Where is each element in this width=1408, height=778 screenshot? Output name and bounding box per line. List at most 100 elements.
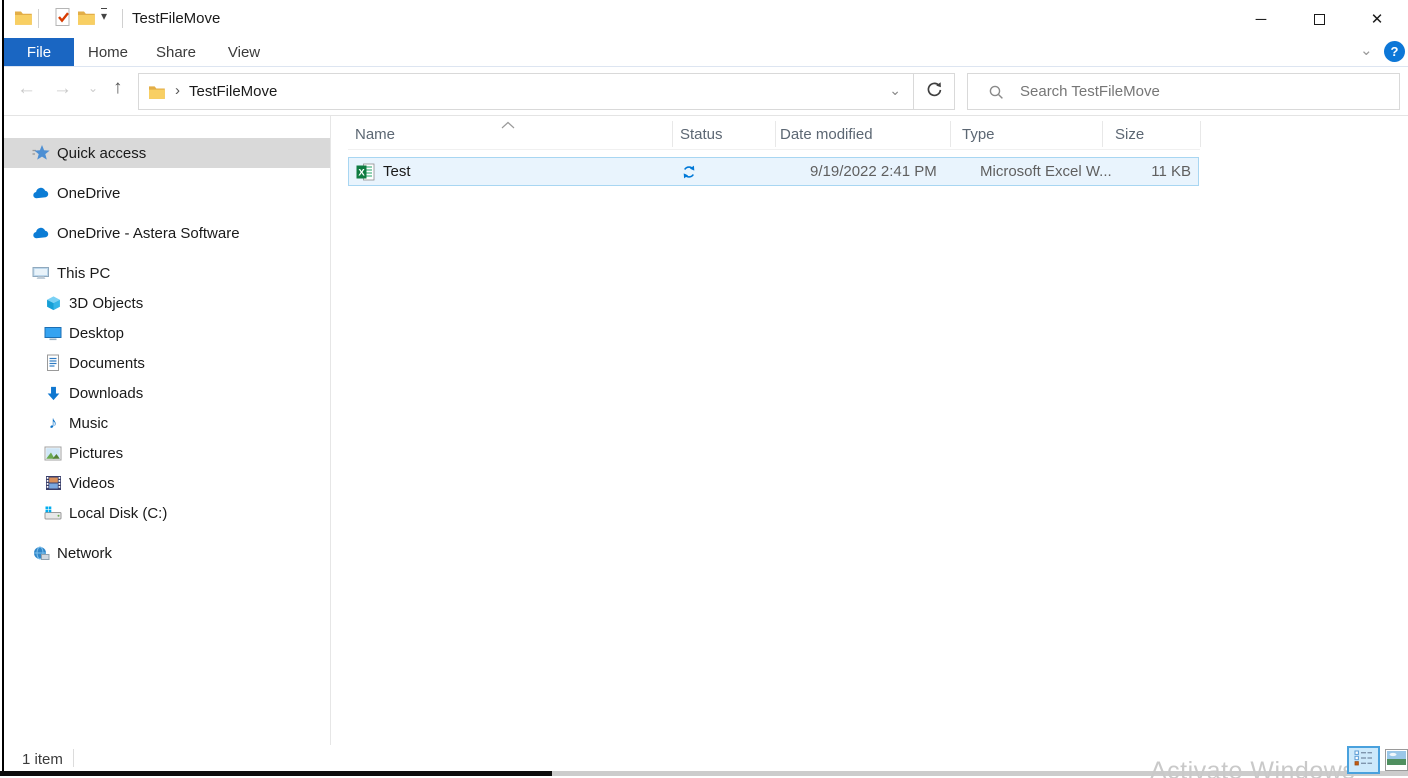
breadcrumb-location[interactable]: TestFileMove [189, 83, 277, 100]
recent-locations-chevron-icon[interactable]: ⌄ [88, 81, 98, 95]
minimize-icon: ─ [1256, 11, 1267, 28]
sidebar-item-videos[interactable]: Videos [4, 468, 330, 498]
qat-properties-button[interactable] [53, 7, 73, 34]
document-icon [44, 354, 62, 372]
column-header-type[interactable]: Type [962, 126, 995, 143]
disk-drive-icon [44, 504, 62, 522]
column-divider[interactable] [1102, 121, 1103, 147]
search-box[interactable]: Search TestFileMove [967, 73, 1400, 110]
sidebar-item-label: Desktop [69, 325, 124, 342]
film-icon [44, 474, 62, 492]
navigation-bar: ← → ⌄ ↑ › TestFileMove ⌄ [4, 67, 1408, 115]
file-date-modified: 9/19/2022 2:41 PM [810, 163, 937, 180]
excel-file-icon: X [356, 163, 375, 186]
activate-windows-watermark: Activate Windows [1150, 757, 1355, 778]
sidebar-item-label: Local Disk (C:) [69, 505, 167, 522]
up-button[interactable]: ↑ [113, 78, 123, 97]
file-list: Name Status Date modified Type Size X Te… [331, 116, 1408, 745]
column-header-status[interactable]: Status [680, 126, 723, 143]
details-view-button[interactable] [1347, 746, 1380, 774]
item-count: 1 item [22, 751, 63, 768]
quick-access-star-icon [32, 144, 50, 162]
sidebar-item-label: Documents [69, 355, 145, 372]
column-divider[interactable] [1200, 121, 1201, 147]
svg-text:X: X [358, 167, 365, 178]
sidebar-item-network[interactable]: Network [4, 538, 330, 568]
column-header-name[interactable]: Name [355, 126, 395, 143]
bottom-edge-dark [0, 771, 552, 776]
sidebar-item-onedrive[interactable]: OneDrive [4, 178, 330, 208]
tab-view[interactable]: View [210, 38, 278, 67]
onedrive-cloud-icon [32, 224, 50, 242]
address-bar[interactable]: › TestFileMove ⌄ [138, 73, 914, 110]
close-icon: ✕ [1371, 10, 1384, 28]
help-button[interactable]: ? [1384, 41, 1405, 62]
sidebar-item-downloads[interactable]: Downloads [4, 378, 330, 408]
titlebar-separator [38, 9, 39, 28]
qat-new-folder-button[interactable] [77, 9, 96, 31]
forward-button[interactable]: → [53, 79, 72, 98]
back-button[interactable]: ← [17, 79, 36, 98]
column-header-size[interactable]: Size [1115, 126, 1144, 143]
sidebar-item-this-pc[interactable]: This PC [4, 258, 330, 288]
cube-icon [44, 294, 62, 312]
titlebar-separator-2 [122, 9, 123, 28]
ribbon-collapse-chevron-icon[interactable]: ⌄ [1360, 41, 1373, 59]
network-globe-icon [32, 544, 50, 562]
sidebar-item-documents[interactable]: Documents [4, 348, 330, 378]
column-divider[interactable] [775, 121, 776, 147]
title-bar[interactable]: ▾ TestFileMove ─ ✕ [4, 0, 1408, 38]
sidebar-item-music[interactable]: ♪ Music [4, 408, 330, 438]
picture-icon [44, 444, 62, 462]
tab-file[interactable]: File [4, 38, 74, 67]
address-dropdown-chevron-icon[interactable]: ⌄ [889, 82, 901, 99]
column-divider[interactable] [950, 121, 951, 147]
desktop-icon [44, 324, 62, 342]
sync-pending-icon [681, 164, 697, 185]
large-icons-view-icon [1387, 751, 1406, 770]
file-explorer-window: { "window": { "title": "TestFileMove", "… [0, 0, 1408, 778]
close-button[interactable]: ✕ [1354, 0, 1400, 38]
details-view-icon [1354, 750, 1373, 771]
address-folder-icon [148, 84, 166, 105]
column-header-date-modified[interactable]: Date modified [780, 126, 873, 143]
column-divider[interactable] [672, 121, 673, 147]
search-input[interactable]: Search TestFileMove [1020, 83, 1160, 100]
header-underline [348, 149, 1200, 150]
sidebar-item-pictures[interactable]: Pictures [4, 438, 330, 468]
sidebar-item-onedrive-astera[interactable]: OneDrive - Astera Software [4, 218, 330, 248]
maximize-icon [1314, 14, 1325, 25]
maximize-button[interactable] [1296, 0, 1342, 38]
file-name: Test [383, 163, 411, 180]
sidebar-item-label: Network [57, 545, 112, 562]
tab-share[interactable]: Share [142, 38, 210, 67]
window-folder-icon [14, 9, 33, 31]
onedrive-cloud-icon [32, 184, 50, 202]
sidebar-item-desktop[interactable]: Desktop [4, 318, 330, 348]
minimize-button[interactable]: ─ [1238, 0, 1284, 38]
music-note-icon: ♪ [44, 414, 62, 432]
sidebar-item-quick-access[interactable]: Quick access [4, 138, 330, 168]
sort-ascending-icon [501, 116, 515, 134]
sidebar-item-label: This PC [57, 265, 110, 282]
sidebar-item-3d-objects[interactable]: 3D Objects [4, 288, 330, 318]
sidebar-item-label: Quick access [57, 145, 146, 162]
refresh-icon [926, 81, 943, 103]
large-icons-view-button[interactable] [1385, 749, 1408, 771]
breadcrumb-chevron-icon[interactable]: › [175, 82, 180, 99]
sidebar-item-local-disk-c[interactable]: Local Disk (C:) [4, 498, 330, 528]
statusbar-separator [73, 749, 74, 767]
search-icon [988, 84, 1005, 106]
sidebar-item-label: OneDrive [57, 185, 120, 202]
sidebar-item-label: Videos [69, 475, 115, 492]
ribbon-tab-bar: File Home Share View ⌄ ? [4, 38, 1408, 67]
tab-home[interactable]: Home [74, 38, 142, 67]
sidebar-item-label: Downloads [69, 385, 143, 402]
qat-customize-chevron-icon[interactable]: ▾ [101, 8, 107, 23]
window-title: TestFileMove [132, 10, 220, 27]
refresh-button[interactable] [913, 73, 955, 110]
computer-icon [32, 264, 50, 282]
table-row[interactable]: X Test 9/19/2022 2:41 PM Microsoft Excel… [348, 157, 1199, 186]
column-header-row: Name Status Date modified Type Size [331, 116, 1408, 150]
sidebar-item-label: Pictures [69, 445, 123, 462]
